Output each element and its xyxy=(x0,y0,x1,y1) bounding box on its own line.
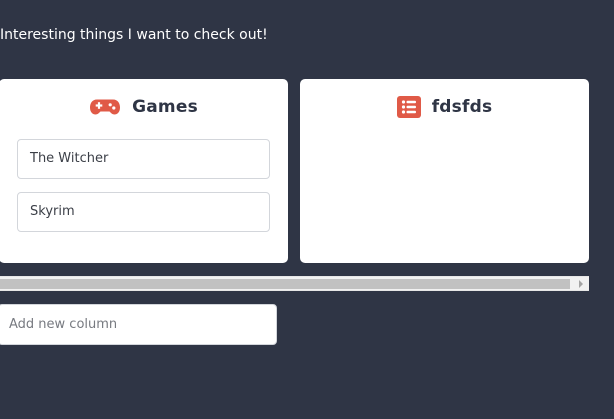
board-subtitle: Interesting things I want to check out! xyxy=(0,27,268,43)
column-header: Games xyxy=(0,94,288,120)
column-title: fdsfds xyxy=(431,97,493,117)
scroll-right-arrow-icon[interactable] xyxy=(572,277,589,290)
horizontal-scrollbar[interactable] xyxy=(0,276,589,291)
card-skyrim[interactable]: Skyrim xyxy=(17,192,270,232)
list-icon xyxy=(396,96,421,118)
gamepad-icon xyxy=(89,98,121,116)
column-games: Games The Witcher Skyrim xyxy=(0,79,288,263)
column-fdsfds: fdsfds xyxy=(300,79,589,263)
add-new-column-input[interactable] xyxy=(0,304,277,345)
card-the-witcher[interactable]: The Witcher xyxy=(17,139,270,179)
scrollbar-thumb[interactable] xyxy=(0,279,570,289)
column-title: Games xyxy=(132,97,198,117)
column-header: fdsfds xyxy=(300,94,589,120)
